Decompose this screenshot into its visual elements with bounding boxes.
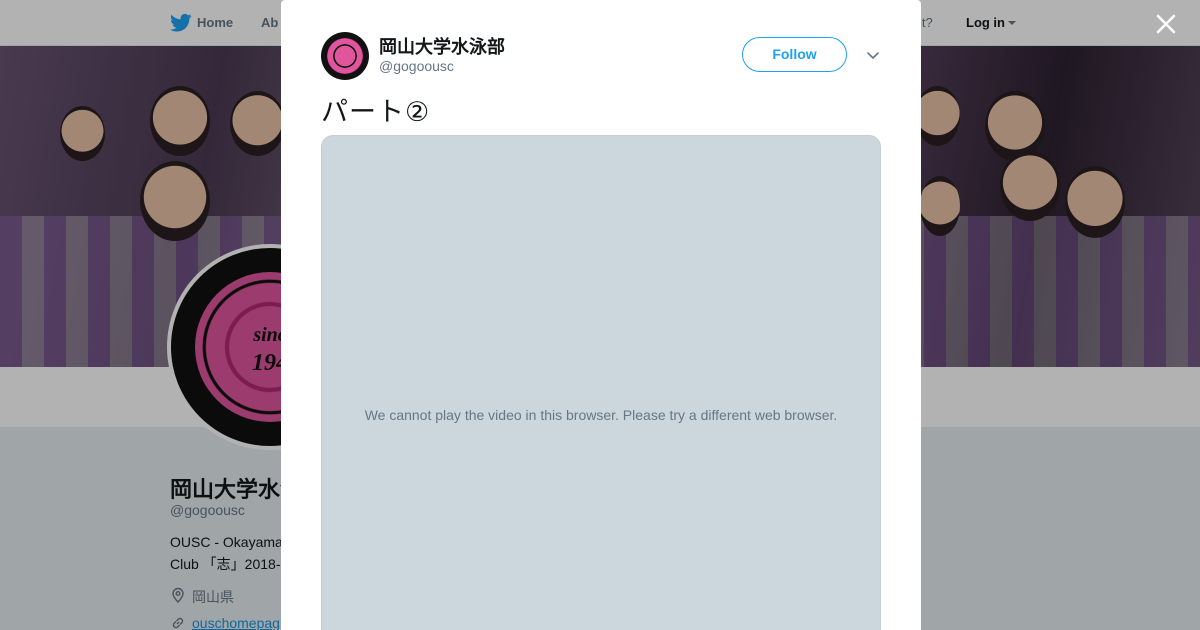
tweet-author-handle[interactable]: @gogoousc bbox=[379, 58, 454, 74]
tweet-text: パート② bbox=[321, 97, 431, 127]
tweet-author-avatar[interactable] bbox=[321, 32, 369, 80]
tweet-modal: 岡山大学水泳部 @gogoousc Follow パート② We cannot … bbox=[281, 0, 921, 630]
follow-button[interactable]: Follow bbox=[742, 37, 847, 72]
video-player[interactable]: We cannot play the video in this browser… bbox=[321, 135, 881, 630]
close-icon[interactable] bbox=[1152, 10, 1180, 38]
tweet-author-name[interactable]: 岡山大学水泳部 bbox=[379, 33, 505, 59]
video-error-message: We cannot play the video in this browser… bbox=[364, 407, 838, 423]
chevron-down-icon[interactable] bbox=[865, 47, 881, 63]
